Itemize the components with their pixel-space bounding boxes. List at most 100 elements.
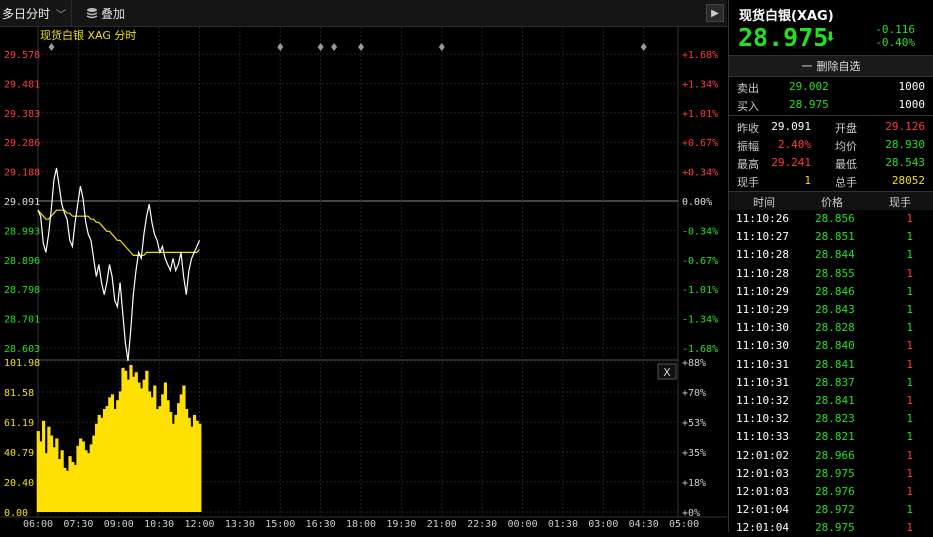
tick-volume: 1 xyxy=(906,485,913,498)
price-tick-label: 29.091 xyxy=(4,197,40,208)
tick-row[interactable]: 11:10:33 28.821 1 xyxy=(729,428,933,446)
pct-tick-label: -0.34% xyxy=(682,226,718,237)
tick-row[interactable]: 11:10:31 28.837 1 xyxy=(729,374,933,392)
tick-row[interactable]: 11:10:30 28.840 1 xyxy=(729,337,933,355)
time-tick-label: 07:30 xyxy=(63,519,93,530)
tick-price: 28.851 xyxy=(815,230,855,244)
tick-price: 28.975 xyxy=(815,466,855,480)
volume-pct-tick-label: +88% xyxy=(682,358,706,369)
time-tick-label: 10:30 xyxy=(144,519,174,530)
time-tick-label: 19:30 xyxy=(386,519,416,530)
tick-time: 11:10:31 xyxy=(736,375,789,389)
price-tick-label: 29.481 xyxy=(4,79,40,90)
pct-tick-label: +1.01% xyxy=(682,109,718,120)
price-change: -0.116 -0.40% xyxy=(875,23,915,49)
tick-row[interactable]: 11:10:32 28.823 1 xyxy=(729,410,933,428)
volume-pct-axis-right: +88% +70% +53% +35% +18% +0% xyxy=(682,358,706,519)
tick-row[interactable]: 11:10:28 28.855 1 xyxy=(729,265,933,283)
remove-favorite-button[interactable]: 一 删除自选 xyxy=(729,55,933,77)
pct-tick-label: +0.67% xyxy=(682,138,718,149)
tick-row[interactable]: 11:10:29 28.843 1 xyxy=(729,301,933,319)
last-price: 28.975 xyxy=(738,23,829,52)
overlay-button[interactable]: 叠加 xyxy=(86,0,125,26)
tick-row[interactable]: 12:01:03 28.976 1 xyxy=(729,483,933,501)
stat-label: 最高 xyxy=(737,158,759,171)
time-tick-label: 01:30 xyxy=(548,519,578,530)
tick-time: 11:10:29 xyxy=(736,284,789,298)
tick-row[interactable]: 11:10:31 28.841 1 xyxy=(729,356,933,374)
time-tick-label: 16:30 xyxy=(306,519,336,530)
tick-row[interactable]: 11:10:27 28.851 1 xyxy=(729,228,933,246)
tick-row[interactable]: 11:10:26 28.856 1 xyxy=(729,210,933,228)
tick-time: 11:10:28 xyxy=(736,248,789,262)
tick-volume: 1 xyxy=(906,466,913,480)
tick-row[interactable]: 12:01:04 28.972 1 xyxy=(729,501,933,519)
tick-time: 11:10:32 xyxy=(736,394,789,407)
period-selector[interactable]: 多日分时 ﹀ xyxy=(0,0,72,26)
ticks-header-volume: 现手 xyxy=(889,196,911,209)
volume-axis-left: 101.98 81.58 61.19 40.79 20.40 0.00 xyxy=(4,358,40,519)
ticks-header-price: 价格 xyxy=(821,196,843,209)
stat-label: 最低 xyxy=(835,158,857,171)
time-tick-label: 18:00 xyxy=(346,519,376,530)
layers-icon xyxy=(86,8,98,19)
pct-tick-label: +0.34% xyxy=(682,168,718,179)
tick-row[interactable]: 11:10:29 28.846 1 xyxy=(729,283,933,301)
tick-volume: 1 xyxy=(906,321,913,335)
ticks-header-time: 时间 xyxy=(753,196,775,209)
tick-time: 11:10:26 xyxy=(736,212,789,225)
volume-pct-tick-label: +53% xyxy=(682,418,706,429)
price-tick-label: 28.798 xyxy=(4,285,40,296)
tick-row[interactable]: 12:01:02 28.966 1 xyxy=(729,447,933,465)
tick-price: 28.856 xyxy=(815,212,855,225)
overlay-label: 叠加 xyxy=(101,6,126,21)
stat-label: 总手 xyxy=(835,176,857,189)
ask-row: 卖出 29.002 1000 xyxy=(729,78,933,96)
pct-tick-label: 0.00% xyxy=(682,197,712,208)
time-tick-label: 12:00 xyxy=(184,519,214,530)
tick-volume: 1 xyxy=(906,303,913,316)
event-marker-icon xyxy=(438,43,445,51)
tick-price: 28.840 xyxy=(815,339,855,353)
volume-close-label: X xyxy=(663,366,671,379)
tick-row[interactable]: 11:10:32 28.841 1 xyxy=(729,392,933,410)
stat-value: 28.930 xyxy=(885,138,925,151)
chevron-down-icon: ﹀ xyxy=(56,9,67,21)
chevron-right-icon[interactable]: ▶ xyxy=(706,4,724,22)
tick-volume: 1 xyxy=(906,357,913,371)
event-markers xyxy=(48,43,647,51)
price-tick-label: 28.701 xyxy=(4,315,40,326)
event-marker-icon xyxy=(358,43,365,51)
tick-time: 11:10:28 xyxy=(736,266,789,280)
pct-axis-right: +1.68% +1.34% +1.01% +0.67% +0.34% 0.00% -0.34… xyxy=(682,50,718,355)
stats-row: 昨收 29.091 开盘 29.126 xyxy=(729,118,933,136)
pct-tick-label: -1.68% xyxy=(682,344,718,355)
bid-price: 28.975 xyxy=(789,98,829,111)
change-percent: -0.40% xyxy=(875,36,915,49)
tick-time: 11:10:27 xyxy=(736,230,789,244)
tick-row[interactable]: 12:01:04 28.975 1 xyxy=(729,519,933,537)
instrument-title: 现货白银(XAG) xyxy=(739,9,834,24)
stat-value: 29.091 xyxy=(771,120,811,133)
event-marker-icon xyxy=(331,43,338,51)
time-axis: 06:00 07:30 09:00 10:30 12:00 13:30 15:00 16:30… xyxy=(23,519,699,530)
pct-tick-label: +1.68% xyxy=(682,50,718,61)
stat-value: 28.543 xyxy=(885,156,925,169)
tick-row[interactable]: 12:01:03 28.975 1 xyxy=(729,465,933,483)
tick-volume: 1 xyxy=(906,284,913,298)
event-marker-icon xyxy=(277,43,284,51)
stat-value: 1 xyxy=(804,174,811,187)
stat-value: 29.126 xyxy=(885,120,925,133)
event-marker-icon xyxy=(640,43,647,51)
tick-volume: 1 xyxy=(906,375,913,389)
time-tick-label: 22:30 xyxy=(467,519,497,530)
ask-label: 卖出 xyxy=(737,82,759,95)
bid-row: 买入 28.975 1000 xyxy=(729,96,933,114)
tick-row[interactable]: 11:10:28 28.844 1 xyxy=(729,246,933,264)
price-tick-label: 28.896 xyxy=(4,256,40,267)
volume-pct-tick-label: +35% xyxy=(682,448,706,459)
tick-row[interactable]: 11:10:30 28.828 1 xyxy=(729,319,933,337)
tick-price: 28.966 xyxy=(815,448,855,462)
minus-icon: 一 xyxy=(801,60,813,73)
ask-price: 29.002 xyxy=(789,80,829,93)
